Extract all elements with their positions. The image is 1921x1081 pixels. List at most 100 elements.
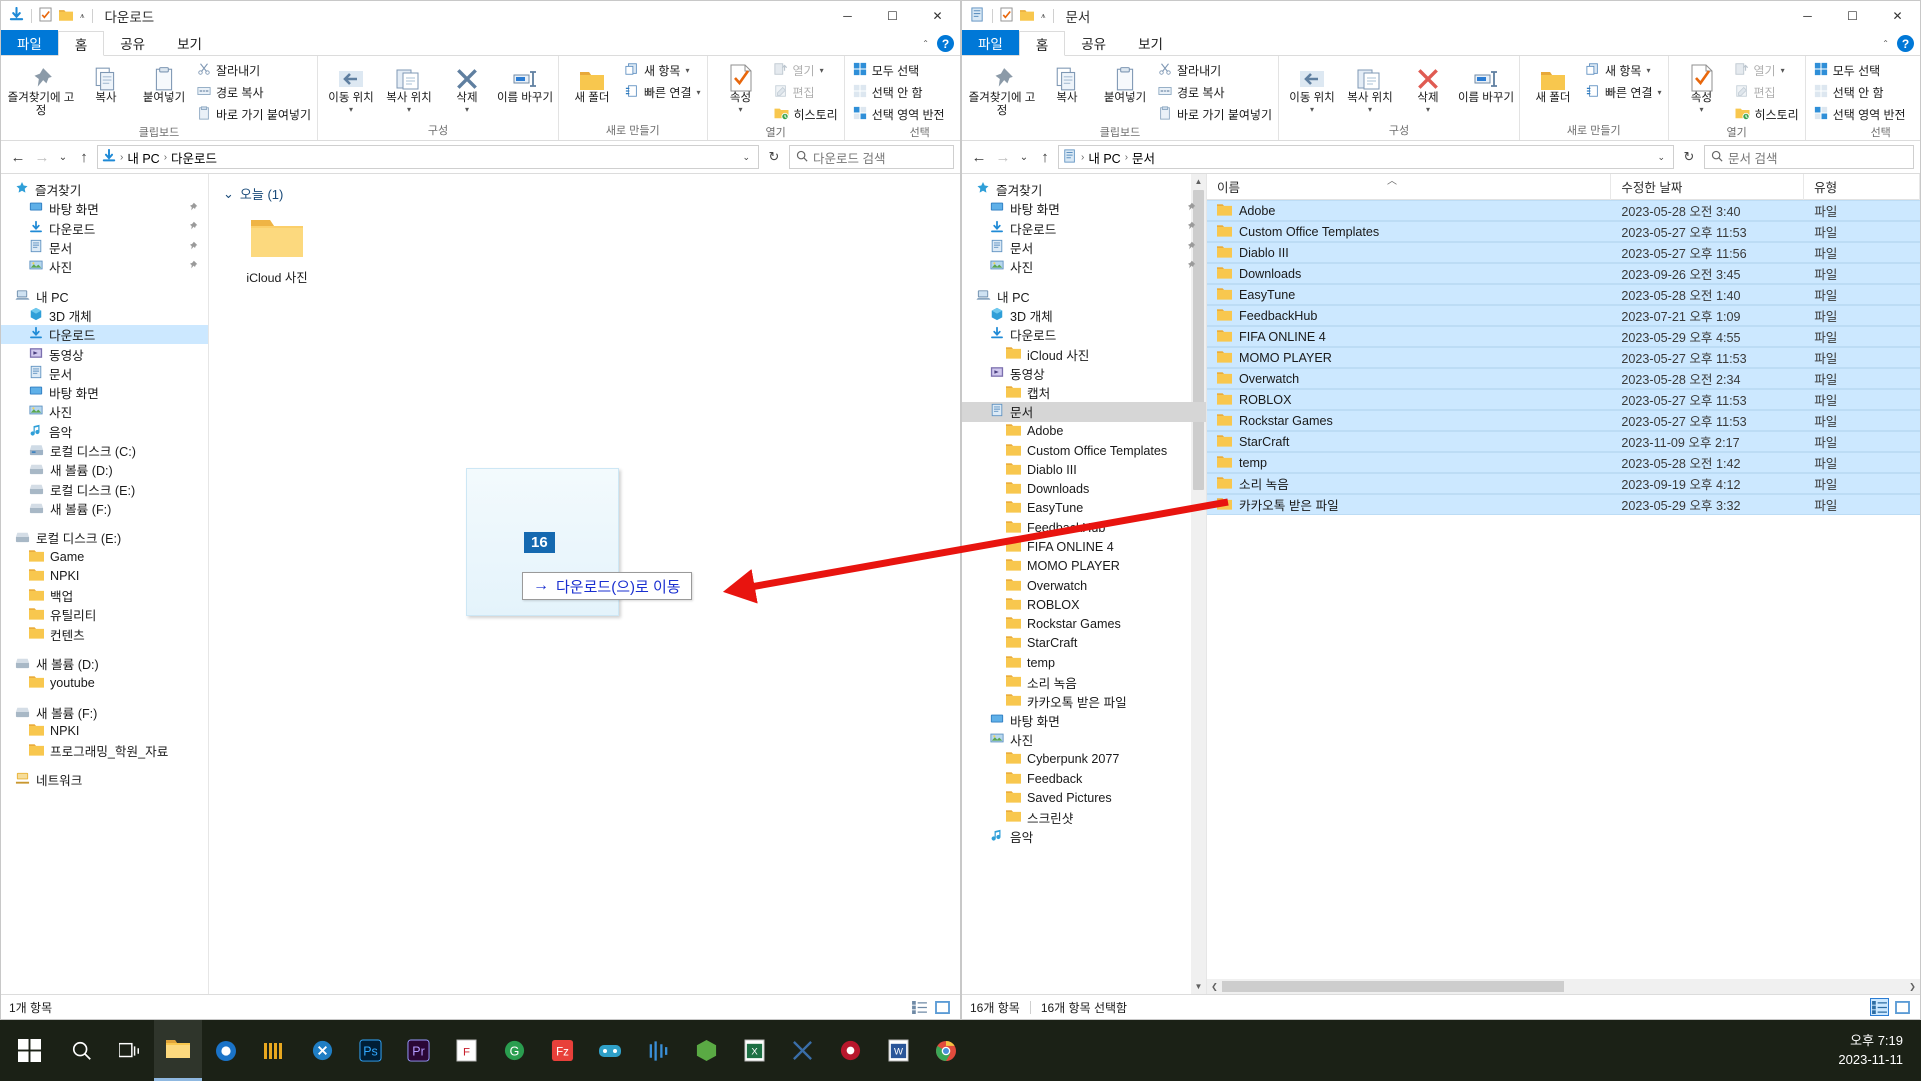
search-button[interactable] <box>58 1020 106 1081</box>
tree-item-saved-pictures[interactable]: Saved Pictures <box>962 788 1206 807</box>
refresh-button[interactable]: ↻ <box>761 145 787 169</box>
photoshop-button[interactable]: Ps <box>346 1020 394 1081</box>
history-button[interactable]: 히스토리 <box>1735 105 1799 124</box>
chevron-down-icon[interactable]: ⌄ <box>223 186 234 202</box>
breadcrumb-item-pc[interactable]: 내 PC <box>127 148 159 167</box>
chrome-button[interactable] <box>922 1020 970 1081</box>
minimize-button[interactable]: ─ <box>825 1 870 31</box>
right-file-pane[interactable]: 이름 ︿ 수정한 날짜 유형 Adobe2023-05-28 오전 3:40파일… <box>1207 174 1920 994</box>
left-navigation-pane[interactable]: 즐겨찾기바탕 화면다운로드문서사진내 PC3D 개체다운로드동영상문서바탕 화면… <box>1 174 209 994</box>
tree-item-문서[interactable]: 문서 <box>1 238 208 257</box>
table-row[interactable]: temp2023-05-28 오전 1:42파일 <box>1207 452 1920 473</box>
tree-item-즐겨찾기[interactable]: 즐겨찾기 <box>962 180 1206 199</box>
hscroll-thumb[interactable] <box>1222 981 1564 992</box>
tree-item-icloud-사진[interactable]: iCloud 사진 <box>962 344 1206 363</box>
table-row[interactable]: MOMO PLAYER2023-05-27 오후 11:53파일 <box>1207 347 1920 368</box>
game-button[interactable] <box>586 1020 634 1081</box>
tree-item-내-pc[interactable]: 내 PC <box>1 286 208 305</box>
copy-button[interactable]: 복사 <box>77 58 135 105</box>
move-to-button[interactable]: 이동 위치 ▾ <box>322 58 380 114</box>
pin-icon[interactable] <box>1185 221 1196 235</box>
table-row[interactable]: Diablo III2023-05-27 오후 11:56파일 <box>1207 242 1920 263</box>
address-bar[interactable]: › 내 PC › 다운로드 ⌄ <box>97 145 759 169</box>
tree-item-음악[interactable]: 음악 <box>1 422 208 441</box>
tree-item-youtube[interactable]: youtube <box>1 673 208 692</box>
tree-item-사진[interactable]: 사진 <box>962 730 1206 749</box>
tree-item-temp[interactable]: temp <box>962 653 1206 672</box>
tree-item-즐겨찾기[interactable]: 즐겨찾기 <box>1 180 208 199</box>
search-input[interactable]: 문서 검색 <box>1704 145 1914 169</box>
tree-item-문서[interactable]: 문서 <box>962 402 1206 421</box>
copy-button[interactable]: 복사 <box>1038 58 1096 105</box>
close-button[interactable]: ✕ <box>915 1 960 31</box>
tree-item-바탕-화면[interactable]: 바탕 화면 <box>1 199 208 218</box>
left-quick-access-toolbar[interactable]: ⩚ <box>9 7 93 25</box>
tree-item-npki[interactable]: NPKI <box>1 722 208 741</box>
open-button[interactable]: 열기 ▾ <box>1735 61 1799 80</box>
rename-button[interactable]: 이름 바꾸기 <box>1457 58 1515 105</box>
copy-to-button[interactable]: 복사 위치 ▾ <box>1341 58 1399 114</box>
file-explorer-button[interactable] <box>154 1020 202 1081</box>
paste-button[interactable]: 붙여넣기 <box>135 58 193 105</box>
word-button[interactable]: W <box>874 1020 922 1081</box>
tab-home[interactable]: 홈 <box>58 31 104 56</box>
close-button[interactable]: ✕ <box>1875 1 1920 31</box>
tab-view[interactable]: 보기 <box>161 30 218 55</box>
file-list[interactable]: Adobe2023-05-28 오전 3:40파일Custom Office T… <box>1207 200 1920 515</box>
forward-button[interactable]: → <box>992 145 1014 169</box>
tree-item-유틸리티[interactable]: 유틸리티 <box>1 605 208 624</box>
tree-item-adobe[interactable]: Adobe <box>962 422 1206 441</box>
pin-icon[interactable] <box>187 221 198 235</box>
address-dropdown-icon[interactable]: ⌄ <box>1657 152 1669 163</box>
properties-icon[interactable] <box>39 7 52 25</box>
table-row[interactable]: FeedbackHub2023-07-21 오후 1:09파일 <box>1207 305 1920 326</box>
tree-item-사진[interactable]: 사진 <box>1 257 208 276</box>
scroll-right-arrow-icon[interactable]: ❯ <box>1905 982 1920 991</box>
recent-locations-button[interactable]: ⌄ <box>55 145 71 169</box>
new-item-caret-icon[interactable]: ▾ <box>685 66 689 75</box>
column-header-name[interactable]: 이름 ︿ <box>1207 174 1611 200</box>
tree-item-카카오톡-받은-파일[interactable]: 카카오톡 받은 파일 <box>962 692 1206 711</box>
xshell-button[interactable] <box>778 1020 826 1081</box>
table-row[interactable]: 소리 녹음2023-09-19 오후 4:12파일 <box>1207 473 1920 494</box>
tree-item-feedback[interactable]: Feedback <box>962 769 1206 788</box>
tree-item-새-볼륨-(d:)[interactable]: 새 볼륨 (D:) <box>1 460 208 479</box>
move-to-button[interactable]: 이동 위치 ▾ <box>1283 58 1341 114</box>
paste-button[interactable]: 붙여넣기 <box>1096 58 1154 105</box>
tab-file[interactable]: 파일 <box>1 30 58 55</box>
pin-to-quick-access-button[interactable]: 즐겨찾기에 고정 <box>966 58 1038 118</box>
right-quick-access-toolbar[interactable]: ⩚ <box>970 7 1054 25</box>
taskbar-clock[interactable]: 오후 7:19 2023-11-11 <box>1838 1032 1921 1070</box>
select-all-button[interactable]: 모두 선택 <box>1814 61 1906 80</box>
copy-to-button[interactable]: 복사 위치 ▾ <box>380 58 438 114</box>
bandizip-button[interactable] <box>250 1020 298 1081</box>
table-row[interactable]: Downloads2023-09-26 오전 3:45파일 <box>1207 263 1920 284</box>
copy-path-button[interactable]: 경로 복사 <box>1158 83 1272 102</box>
new-folder-button[interactable]: 새 폴더 <box>1524 58 1582 105</box>
pin-icon[interactable] <box>1185 260 1196 274</box>
premiere-button[interactable]: Pr <box>394 1020 442 1081</box>
back-button[interactable]: ← <box>968 145 990 169</box>
excel-button[interactable]: X <box>730 1020 778 1081</box>
delete-button[interactable]: 삭제 ▾ <box>1399 58 1457 114</box>
details-view-button[interactable] <box>1870 998 1889 1016</box>
up-button[interactable]: ↑ <box>1034 145 1056 169</box>
new-item-button[interactable]: 새 항목 ▾ <box>1586 61 1662 80</box>
tab-file[interactable]: 파일 <box>962 30 1019 55</box>
table-row[interactable]: Rockstar Games2023-05-27 오후 11:53파일 <box>1207 410 1920 431</box>
table-row[interactable]: FIFA ONLINE 42023-05-29 오후 4:55파일 <box>1207 326 1920 347</box>
select-none-button[interactable]: 선택 안 함 <box>1814 83 1906 102</box>
tree-item-starcraft[interactable]: StarCraft <box>962 634 1206 653</box>
up-button[interactable]: ↑ <box>73 145 95 169</box>
collapse-ribbon-icon[interactable]: ⌃ <box>1882 39 1889 48</box>
tree-item-fifa-online-4[interactable]: FIFA ONLINE 4 <box>962 537 1206 556</box>
tree-item-프로그래밍_학원_자료[interactable]: 프로그래밍_학원_자료 <box>1 741 208 760</box>
paste-shortcut-button[interactable]: 바로 가기 붙여넣기 <box>197 105 311 124</box>
properties-button[interactable]: 속성 ▾ <box>1673 58 1731 114</box>
tree-item-로컬-디스크-(e:)[interactable]: 로컬 디스크 (E:) <box>1 479 208 498</box>
group-header-today[interactable]: ⌄ 오늘 (1) <box>209 174 960 209</box>
maximize-button[interactable]: ☐ <box>1830 1 1875 31</box>
edit-button[interactable]: 편집 <box>1735 83 1799 102</box>
properties-icon[interactable] <box>1000 7 1013 25</box>
details-view-button[interactable] <box>910 998 929 1016</box>
